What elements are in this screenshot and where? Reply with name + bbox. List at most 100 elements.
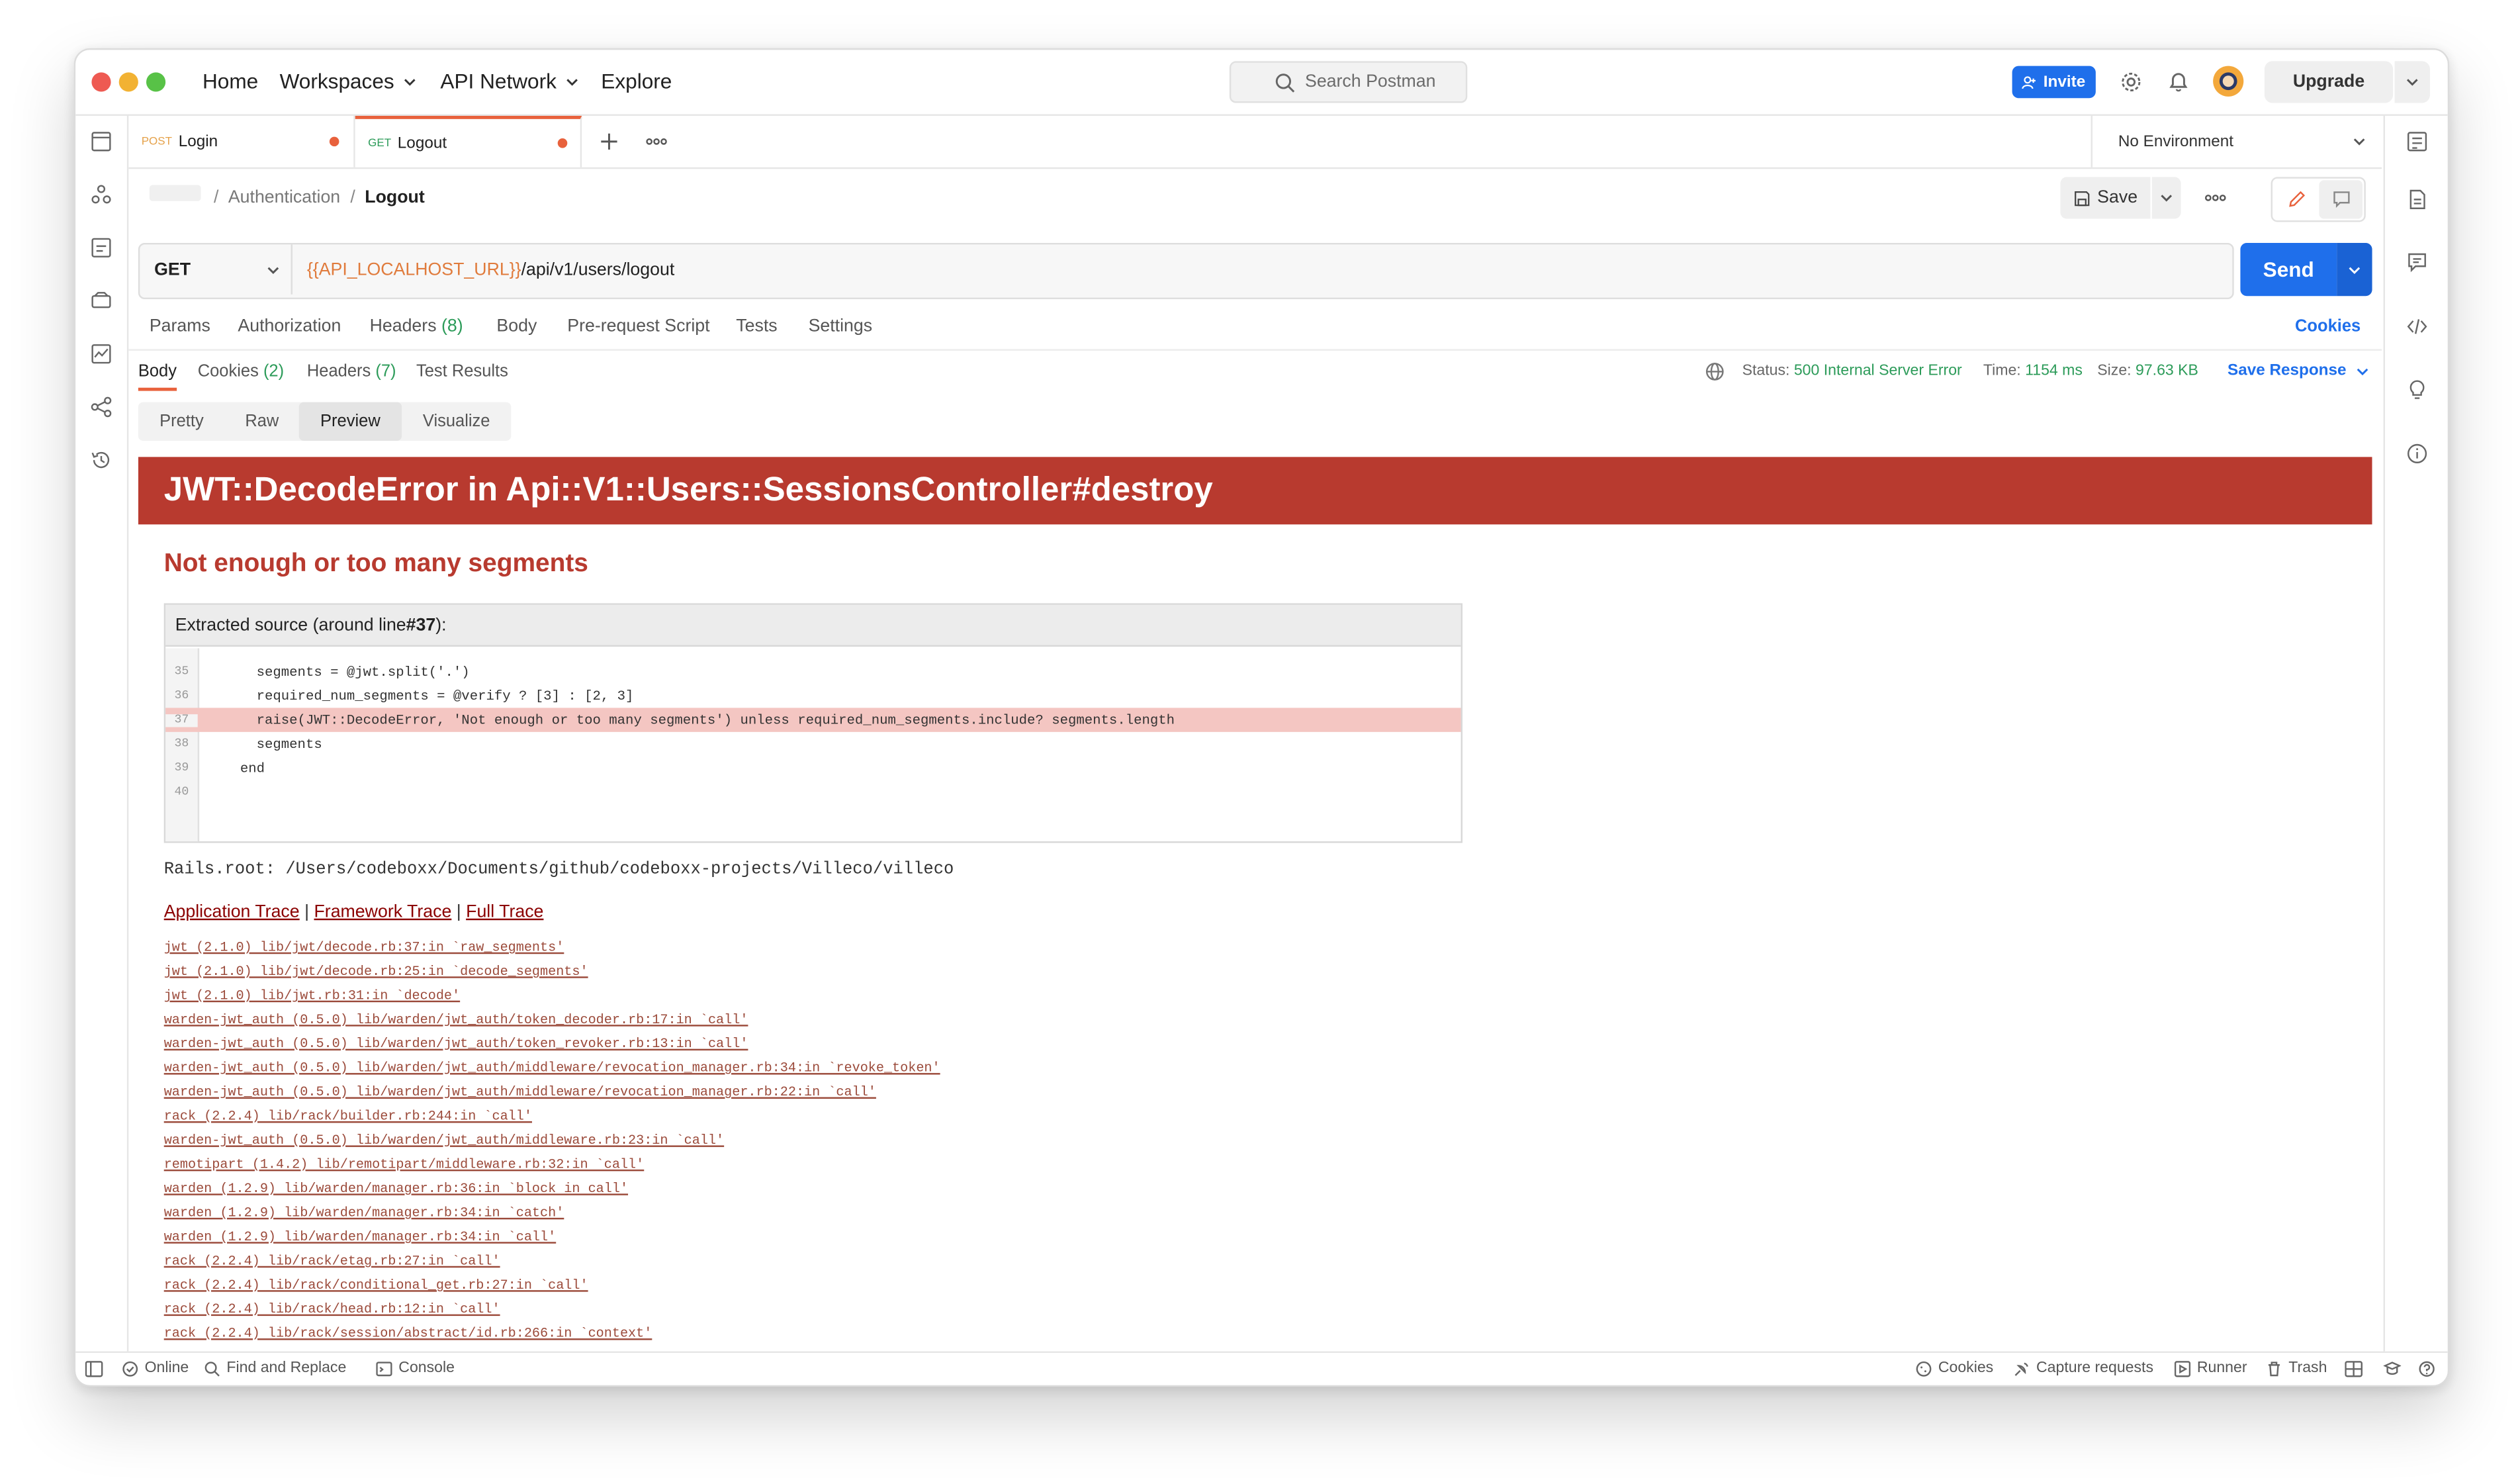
code-icon[interactable] (2406, 315, 2429, 338)
toggle-sidebar-icon[interactable] (85, 1361, 103, 1377)
mock-servers-icon[interactable] (90, 289, 112, 312)
comments-icon[interactable] (2406, 251, 2429, 273)
breadcrumb-current[interactable]: Logout (365, 188, 425, 207)
view-tab-preview[interactable]: Preview (298, 402, 402, 441)
environment-quick-look-icon[interactable] (2406, 130, 2429, 153)
cookies-link[interactable]: Cookies (2295, 317, 2361, 336)
trace-line[interactable]: rack (2.2.4) lib/rack/head.rb:12:in `cal… (164, 1303, 500, 1318)
capture-requests-button[interactable]: Capture requests (2014, 1360, 2153, 1377)
tab-pre-request-script[interactable]: Pre-request Script (567, 317, 709, 336)
send-button[interactable]: Send (2240, 242, 2337, 297)
trace-line[interactable]: rack (2.2.4) lib/rack/builder.rb:244:in … (164, 1110, 532, 1125)
save-dropdown-button[interactable] (2151, 177, 2181, 219)
nav-workspaces[interactable]: Workspaces (280, 69, 419, 93)
trace-line[interactable]: jwt (2.1.0) lib/jwt/decode.rb:37:in `raw… (164, 941, 564, 956)
trace-line[interactable]: warden-jwt_auth (0.5.0) lib/warden/jwt_a… (164, 1013, 748, 1028)
response-time[interactable]: Time: 1154 ms (1983, 362, 2083, 380)
response-tab-body[interactable]: Body (138, 362, 177, 391)
bootcamp-icon[interactable] (2383, 1361, 2402, 1377)
send-dropdown-button[interactable] (2337, 242, 2372, 297)
trace-line[interactable]: warden-jwt_auth (0.5.0) lib/warden/jwt_a… (164, 1038, 748, 1052)
trace-line[interactable]: warden-jwt_auth (0.5.0) lib/warden/jwt_a… (164, 1062, 940, 1076)
tab-tests[interactable]: Tests (736, 317, 777, 336)
trace-line[interactable]: warden-jwt_auth (0.5.0) lib/warden/jwt_a… (164, 1134, 724, 1148)
framework-trace-link[interactable]: Framework Trace (314, 902, 451, 921)
save-button[interactable]: Save (2060, 177, 2151, 219)
tab-headers[interactable]: Headers (8) (370, 317, 463, 336)
console-label: Console (398, 1359, 455, 1377)
trace-line[interactable]: jwt (2.1.0) lib/jwt/decode.rb:25:in `dec… (164, 965, 588, 980)
documentation-icon[interactable] (2406, 188, 2429, 210)
monitors-icon[interactable] (90, 343, 112, 365)
comment-mode-button[interactable] (2319, 180, 2362, 219)
trace-line[interactable]: jwt (2.1.0) lib/jwt.rb:31:in `decode' (164, 990, 460, 1004)
lightbulb-icon[interactable] (2406, 378, 2429, 400)
method-select[interactable]: GET (140, 244, 292, 295)
info-icon[interactable] (2406, 442, 2429, 465)
response-tab-test-results[interactable]: Test Results (416, 362, 508, 381)
response-tab-cookies[interactable]: Cookies (2) (198, 362, 284, 381)
tab-authorization[interactable]: Authorization (238, 317, 341, 336)
trace-line[interactable]: warden (1.2.9) lib/warden/manager.rb:34:… (164, 1207, 564, 1221)
search-input[interactable]: Search Postman (1229, 61, 1468, 103)
environments-icon[interactable] (90, 236, 112, 259)
tab-login[interactable]: POST Login (128, 115, 355, 167)
response-preview[interactable]: JWT::DecodeError in Api::V1::Users::Sess… (138, 457, 2372, 1352)
find-and-replace-button[interactable]: Find and Replace (204, 1360, 346, 1377)
breadcrumb-parent[interactable]: Authentication (228, 188, 340, 207)
unsaved-dot (329, 136, 339, 147)
trace-line[interactable]: remotipart (1.4.2) lib/remotipart/middle… (164, 1158, 645, 1173)
trace-line[interactable]: rack (2.2.4) lib/rack/conditional_get.rb… (164, 1279, 588, 1293)
nav-explore[interactable]: Explore (601, 69, 672, 93)
collections-icon[interactable] (90, 130, 112, 153)
url-input[interactable]: {{API_LOCALHOST_URL}}/api/v1/users/logou… (307, 244, 674, 294)
trash-button[interactable]: Trash (2266, 1360, 2327, 1377)
application-trace-link[interactable]: Application Trace (164, 902, 300, 921)
avatar[interactable] (2213, 66, 2244, 97)
nav-api-network-label: API Network (440, 69, 557, 93)
console-button[interactable]: Console (376, 1360, 455, 1377)
minimize-window-button[interactable] (118, 72, 138, 92)
trace-line[interactable]: rack (2.2.4) lib/rack/session/abstract/i… (164, 1327, 652, 1342)
trace-line[interactable]: warden (1.2.9) lib/warden/manager.rb:36:… (164, 1182, 628, 1197)
response-size[interactable]: Size: 97.63 KB (2097, 362, 2198, 380)
edit-mode-button[interactable] (2274, 180, 2318, 219)
globe-icon[interactable] (1705, 362, 1725, 381)
flows-icon[interactable] (90, 396, 112, 418)
invite-button[interactable]: Invite (2012, 66, 2096, 99)
nav-home[interactable]: Home (202, 69, 258, 93)
view-tab-visualize[interactable]: Visualize (402, 402, 511, 441)
upgrade-button[interactable]: Upgrade (2264, 61, 2394, 103)
save-response-button[interactable]: Save Response (2228, 362, 2370, 380)
upgrade-dropdown-button[interactable] (2394, 61, 2430, 103)
cookies-count: (2) (263, 361, 285, 382)
more-icon[interactable] (646, 137, 667, 147)
history-icon[interactable] (90, 449, 112, 471)
trace-line[interactable]: warden-jwt_auth (0.5.0) lib/warden/jwt_a… (164, 1086, 876, 1101)
response-tab-headers[interactable]: Headers (7) (307, 362, 396, 381)
response-status[interactable]: Status: 500 Internal Server Error (1742, 362, 1962, 380)
gear-icon[interactable] (2120, 71, 2142, 93)
trace-line[interactable]: rack (2.2.4) lib/rack/etag.rb:27:in `cal… (164, 1255, 500, 1270)
more-icon[interactable] (2205, 193, 2226, 203)
maximize-window-button[interactable] (146, 72, 166, 92)
view-tab-pretty[interactable]: Pretty (138, 402, 225, 441)
nav-api-network[interactable]: API Network (440, 69, 580, 93)
full-trace-link[interactable]: Full Trace (466, 902, 543, 921)
online-status[interactable]: Online (122, 1360, 189, 1377)
cookies-button[interactable]: Cookies (1916, 1360, 1993, 1377)
close-window-button[interactable] (91, 72, 111, 92)
tab-settings[interactable]: Settings (809, 317, 873, 336)
apis-icon[interactable] (90, 183, 112, 206)
plus-icon[interactable] (600, 132, 619, 151)
environment-select[interactable]: No Environment (2091, 115, 2382, 167)
tab-body[interactable]: Body (496, 317, 537, 336)
tab-logout[interactable]: GET Logout (355, 115, 582, 167)
help-icon[interactable] (2419, 1361, 2435, 1377)
bell-icon[interactable] (2168, 71, 2189, 93)
two-pane-view-icon[interactable] (2345, 1361, 2362, 1377)
view-tab-raw[interactable]: Raw (225, 402, 299, 441)
tab-params[interactable]: Params (150, 317, 210, 336)
trace-line[interactable]: warden (1.2.9) lib/warden/manager.rb:34:… (164, 1230, 556, 1245)
runner-button[interactable]: Runner (2174, 1360, 2247, 1377)
